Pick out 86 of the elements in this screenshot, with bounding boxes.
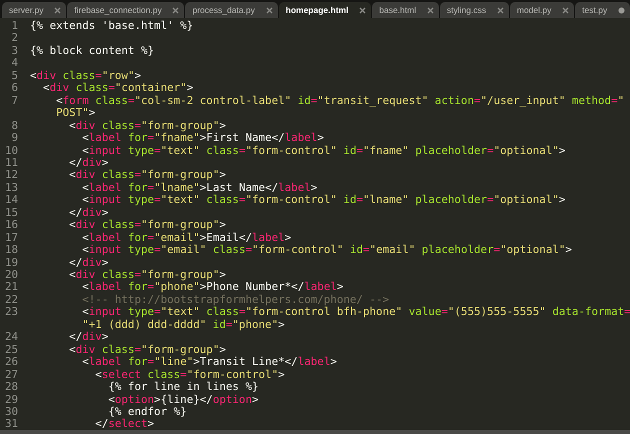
line-number: 5 — [11, 70, 18, 82]
code-line: <label for="email">Email</label> — [81, 232, 292, 244]
code-line: <option>{line}</option> — [107, 394, 259, 406]
file-tab[interactable]: base.html — [372, 2, 439, 18]
code-line: "+1 (ddd) ddd-dddd" id="phone"> — [81, 318, 285, 332]
tab-label: model.py — [516, 5, 552, 15]
line-number: 31 — [4, 418, 18, 430]
code-line: <input type="text" class="form-control" id="lname" placeholder="optional"> — [81, 194, 566, 207]
line-number: 19 — [4, 256, 18, 270]
code-line: </select> — [94, 418, 154, 430]
line-number: 12 — [4, 169, 18, 182]
code-line: <div class="form-group"> — [68, 120, 226, 132]
code-line: <label for="phone">Phone Number*</label> — [81, 281, 344, 294]
line-number: 25 — [4, 344, 18, 356]
line-number: 14 — [4, 194, 18, 207]
line-number: 10 — [4, 144, 18, 157]
code-line: <form class="col-sm-2 control-label" id="transit_request" action="/user_input" method=" — [55, 94, 624, 108]
line-number: 24 — [4, 331, 18, 344]
code-line: <label for="fname">First Name</label> — [81, 132, 324, 144]
code-line: <!-- http://bootstrapformhelpers.com/phone/ --> — [81, 294, 390, 306]
code-line: <label for="line">Transit Line*</label> — [81, 356, 337, 369]
line-number: 8 — [11, 120, 18, 132]
code-line: <input type="text" class="form-control bfh-phone" value="(555)555-5555" data-format= — [81, 306, 630, 319]
line-number: 21 — [4, 281, 18, 294]
code-line: </div> — [68, 256, 108, 270]
line-number: 4 — [11, 57, 18, 70]
code-line: <input type="text" class="form-control" id="fname" placeholder="optional"> — [81, 144, 566, 157]
line-number: 28 — [4, 381, 18, 394]
code-line: <select class="form-control"> — [94, 368, 285, 382]
line-number: 15 — [4, 206, 18, 220]
code-line: <div class="form-group"> — [68, 169, 226, 182]
file-tab[interactable]: styling.css — [440, 2, 509, 18]
line-number: 2 — [11, 32, 18, 45]
close-icon[interactable] — [359, 6, 366, 14]
tab-label: firebase_connection.py — [74, 5, 162, 15]
tab-label: process_data.py — [192, 5, 255, 15]
code-line: {% extends 'base.html' %} — [30, 20, 194, 32]
file-tab[interactable]: test.py — [575, 2, 630, 18]
file-tab[interactable]: process_data.py — [185, 2, 278, 18]
line-number: 3 — [11, 44, 18, 58]
code-line: </div> — [68, 206, 108, 220]
code-line: <div class="form-group"> — [68, 219, 226, 232]
line-number: 20 — [4, 269, 18, 282]
close-icon[interactable] — [172, 6, 180, 14]
line-number: 23 — [4, 306, 18, 319]
code-line: POST"> — [55, 107, 96, 120]
code-line: <label for="lname">Last Name</label> — [81, 182, 318, 194]
close-icon[interactable] — [426, 6, 434, 14]
tab-label: styling.css — [446, 5, 486, 15]
line-number: 18 — [4, 244, 18, 257]
code-line: <div class="row"> — [30, 70, 142, 82]
line-number: 11 — [4, 156, 18, 170]
file-tab[interactable]: homepage.html — [278, 2, 372, 18]
unsaved-dot-icon[interactable] — [618, 6, 625, 14]
tab-label: server.py — [9, 5, 44, 15]
code-line: <input type="email" class="form-control" id="email" placeholder="optional"> — [81, 244, 572, 257]
line-number: 22 — [4, 294, 18, 306]
tab-label: test.py — [582, 5, 608, 15]
file-tab[interactable]: firebase_connection.py — [67, 2, 184, 18]
close-icon[interactable] — [266, 6, 273, 14]
file-tab[interactable]: server.py — [2, 2, 66, 18]
code-line: </div> — [68, 156, 108, 170]
close-icon[interactable] — [562, 6, 570, 14]
line-number: 16 — [4, 219, 18, 232]
tab-label: homepage.html — [286, 5, 348, 15]
line-number: 17 — [4, 232, 18, 244]
file-tab[interactable]: model.py — [510, 2, 574, 18]
line-number: 27 — [4, 368, 18, 382]
code-line: <div class="form-group"> — [68, 344, 226, 356]
line-number: 13 — [4, 182, 18, 194]
line-number: 6 — [11, 82, 18, 95]
code-line: </div> — [68, 331, 108, 344]
line-number: 9 — [11, 132, 18, 144]
code-line: {% endfor %} — [107, 406, 187, 418]
line-number: 29 — [4, 394, 18, 406]
line-number: 26 — [4, 356, 18, 369]
line-number: 30 — [4, 406, 18, 418]
close-icon[interactable] — [54, 6, 62, 14]
code-line: {% for line in lines %} — [107, 381, 258, 394]
code-line: {% block content %} — [30, 44, 154, 58]
close-icon[interactable] — [496, 6, 504, 14]
line-number: 1 — [11, 20, 18, 32]
code-line: <div class="container"> — [42, 82, 194, 95]
tab-label: base.html — [379, 5, 416, 15]
line-number: 7 — [11, 94, 18, 108]
code-line: <div class="form-group"> — [68, 269, 226, 282]
